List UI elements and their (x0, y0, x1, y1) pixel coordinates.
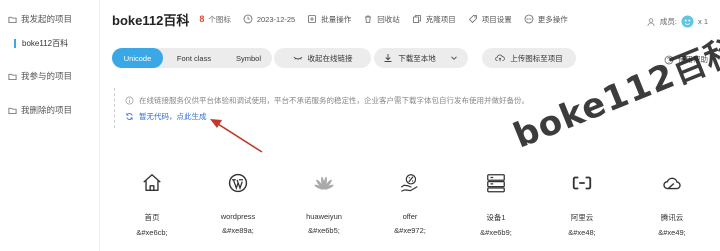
online-link-panel: 在线链接服务仅供平台体验和调试使用，平台不承诺服务的稳定性，企业客户需下载字体包… (114, 88, 714, 128)
sidebar-item-project[interactable]: boke112百科 (14, 38, 68, 49)
sidebar-group-label: 我删除的项目 (21, 105, 73, 115)
collapse-link-label: 收起在线链接 (307, 53, 353, 63)
folder-icon (8, 16, 17, 23)
icon-name: 腾讯云 (660, 213, 684, 222)
aliyun-icon (571, 172, 593, 194)
recycle-button[interactable]: 回收站 (363, 14, 400, 25)
folder-icon (8, 107, 17, 114)
upload-button[interactable]: 上传图标至项目 (482, 48, 576, 68)
more-button[interactable]: 更多操作 (524, 14, 568, 25)
sidebar-group-label: 我参与的项目 (21, 71, 73, 81)
icon-card[interactable]: 阿里云 &#xe48; (539, 172, 625, 237)
clone-icon (412, 15, 421, 23)
home-icon (141, 172, 163, 194)
project-header: boke112百科 8 个图标 2023-12-25 批量操作 回收站 克隆项目… (112, 10, 568, 28)
icon-code: &#xe6cb; (136, 228, 168, 237)
huawei-icon (313, 172, 335, 194)
tag-icon (468, 15, 477, 24)
sidebar: 我发起的项目 boke112百科 我参与的项目 我删除的项目 (0, 0, 100, 251)
cloud-upload-icon (495, 54, 505, 62)
batch-icon (308, 15, 317, 23)
wordpress-icon (227, 172, 249, 194)
members-label: 成员: (659, 17, 677, 26)
icon-name: 首页 (144, 213, 160, 222)
more-label: 更多操作 (537, 14, 568, 24)
eye-closed-icon (293, 56, 302, 61)
sidebar-item-label: boke112百科 (22, 39, 69, 48)
user-icon (647, 17, 655, 26)
sidebar-group-created[interactable]: 我发起的项目 (8, 13, 72, 25)
more-icon (524, 14, 534, 24)
icon-name: huaweiyun (306, 212, 342, 221)
avatar (681, 15, 694, 28)
icon-code: &#xe972; (394, 226, 426, 235)
icon-card[interactable]: 腾讯云 &#xe49; (629, 172, 715, 237)
icon-count-label: 个图标 (208, 14, 231, 24)
tab-symbol[interactable]: Symbol (225, 48, 272, 68)
collapse-link-button[interactable]: 收起在线链接 (274, 48, 371, 68)
tencent-cloud-icon (661, 172, 683, 194)
icon-code: &#xe49; (658, 228, 686, 237)
page-title: boke112百科 (112, 12, 190, 28)
date-text: 2023-12-25 (256, 14, 296, 24)
icon-code: &#xe6b9; (480, 228, 512, 237)
tab-unicode[interactable]: Unicode (112, 48, 163, 68)
refresh-icon (126, 113, 133, 120)
help-link[interactable]: 使用帮助 (664, 54, 708, 65)
icon-name: 阿里云 (570, 213, 594, 222)
icon-name: offer (402, 212, 418, 221)
download-button[interactable]: 下载至本地 (374, 48, 468, 68)
icon-name: 设备1 (486, 213, 506, 222)
recycle-label: 回收站 (377, 14, 400, 24)
notice-line: 在线链接服务仅供平台体验和调试使用，平台不承诺服务的稳定性，企业客户需下载字体包… (125, 95, 529, 106)
sidebar-group-deleted[interactable]: 我删除的项目 (8, 104, 72, 116)
icon-code: &#xe6b5; (308, 226, 340, 235)
icon-card[interactable]: wordpress &#xe89a; (195, 172, 281, 235)
help-label: 使用帮助 (678, 55, 708, 64)
batch-label: 批量操作 (321, 14, 352, 24)
download-label: 下载至本地 (398, 53, 436, 63)
code-type-tabs: Unicode Font class Symbol (112, 48, 272, 68)
sidebar-group-label: 我发起的项目 (21, 14, 73, 24)
icon-code: &#xe48; (568, 228, 596, 237)
notice-text: 在线链接服务仅供平台体验和调试使用，平台不承诺服务的稳定性，企业客户需下载字体包… (139, 96, 529, 105)
icon-card[interactable]: huaweiyun &#xe6b5; (281, 172, 367, 235)
icon-card[interactable]: 首页 &#xe6cb; (109, 172, 195, 237)
active-indicator (14, 39, 16, 48)
generate-code-label: 暂无代码，点此生成 (139, 112, 207, 121)
icon-count: 8 (199, 14, 205, 24)
trash-icon (365, 15, 372, 23)
settings-button[interactable]: 项目设置 (468, 14, 512, 25)
generate-code-link[interactable]: 暂无代码，点此生成 (125, 111, 207, 122)
members-count: x 1 (697, 17, 708, 26)
members-area[interactable]: 成员: x 1 (646, 15, 708, 28)
icon-name: wordpress (220, 212, 256, 221)
info-icon (125, 96, 134, 105)
clock-icon (243, 14, 253, 24)
icon-card[interactable]: 设备1 &#xe6b9; (453, 172, 539, 237)
folder-icon (8, 73, 17, 80)
upload-label: 上传图标至项目 (510, 53, 563, 63)
chevron-down-icon (450, 56, 457, 60)
clone-button[interactable]: 克隆项目 (412, 14, 456, 25)
tab-font-class[interactable]: Font class (163, 48, 225, 68)
clone-label: 克隆项目 (425, 14, 456, 24)
icon-card[interactable]: offer &#xe972; (367, 172, 453, 235)
offer-icon (399, 172, 421, 194)
date-info: 2023-12-25 (243, 14, 295, 24)
download-icon (384, 54, 392, 62)
sidebar-group-joined[interactable]: 我参与的项目 (8, 70, 72, 82)
batch-button[interactable]: 批量操作 (307, 14, 351, 25)
icon-code: &#xe89a; (222, 226, 254, 235)
question-icon (664, 55, 674, 64)
settings-label: 项目设置 (481, 14, 512, 24)
server-icon (485, 172, 507, 194)
